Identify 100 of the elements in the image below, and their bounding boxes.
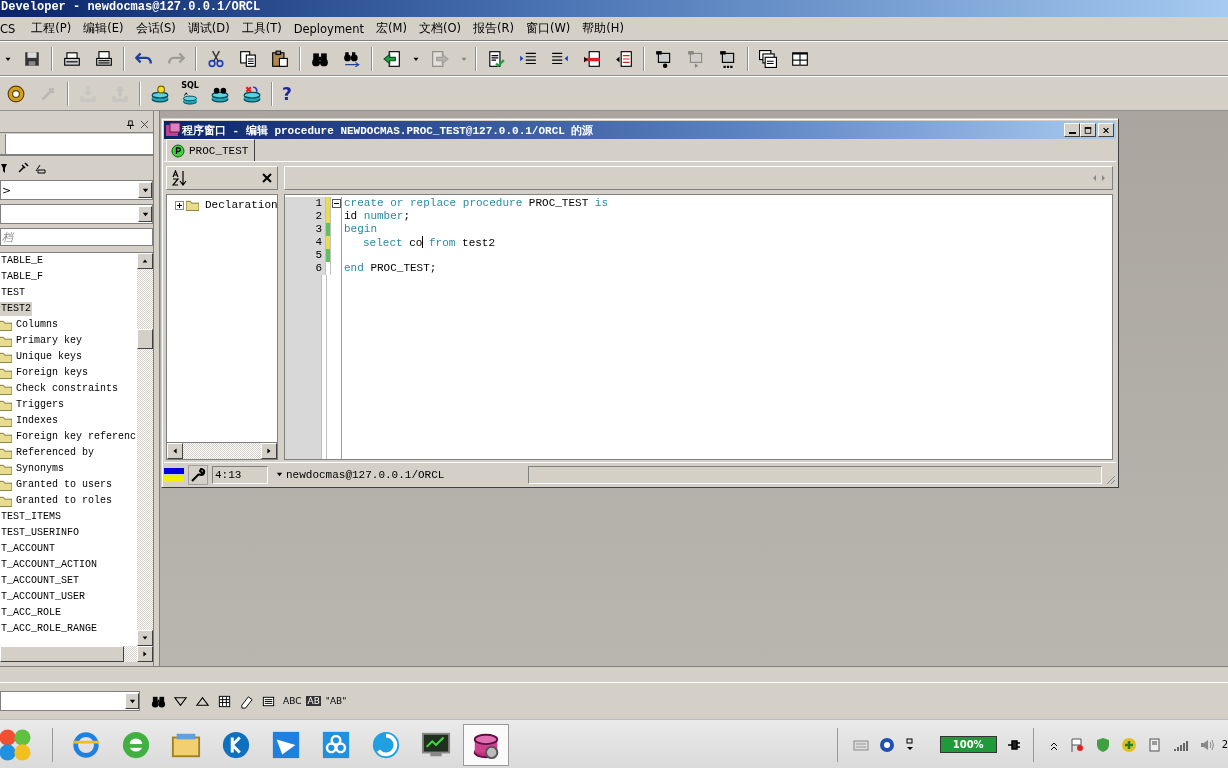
floppy-icon[interactable] <box>23 49 41 68</box>
menu-item[interactable]: 编辑(E) <box>77 21 130 36</box>
tree-item[interactable]: Foreign keys <box>15 366 89 380</box>
document-check-icon[interactable] <box>487 49 505 68</box>
scrollbar[interactable] <box>0 646 153 662</box>
database-icon[interactable] <box>243 84 261 103</box>
scroll-thumb[interactable] <box>137 329 153 349</box>
search-field[interactable] <box>0 691 140 711</box>
menu-item[interactable]: 帮助(H) <box>576 21 630 36</box>
minimize-button[interactable] <box>1064 123 1080 137</box>
folder-icon <box>0 367 12 379</box>
taskbar-button[interactable] <box>463 723 509 766</box>
resize-grip-icon[interactable] <box>1104 473 1116 485</box>
wrench-icon[interactable] <box>188 464 208 485</box>
triangle-left-icon[interactable] <box>171 447 179 455</box>
scrollbar[interactable] <box>166 443 278 460</box>
tree-item[interactable]: TABLE_E <box>0 254 44 268</box>
collapse-icon[interactable] <box>331 199 341 208</box>
filter-field[interactable]: 档 <box>0 228 153 246</box>
tree-item[interactable]: TEST_USERINFO <box>0 526 80 540</box>
tree-item[interactable]: Granted to users <box>15 478 113 492</box>
tree-item[interactable]: Indexes <box>15 414 59 428</box>
copy-icon[interactable] <box>239 49 257 68</box>
pin-icon[interactable] <box>126 119 135 129</box>
document-arrow-icon[interactable] <box>383 49 401 68</box>
menu-item[interactable]: 工具(T) <box>235 21 288 36</box>
tree-item[interactable]: T_ACC_ROLE_RANGE <box>0 622 98 636</box>
swirl-icon <box>371 729 401 760</box>
printer-icon[interactable] <box>95 49 113 68</box>
document-icon[interactable] <box>583 49 601 68</box>
scissors-icon[interactable] <box>207 49 225 68</box>
tree-item[interactable]: Synonyms <box>15 462 65 476</box>
database-icon[interactable] <box>151 84 169 103</box>
menu-item[interactable]: 工程(P) <box>25 21 78 36</box>
minimize-icon <box>1068 132 1076 134</box>
tree-item[interactable]: T_ACCOUNT_SET <box>0 574 80 588</box>
binoculars-arrow-icon[interactable] <box>343 49 361 68</box>
triangle-right-icon[interactable] <box>141 650 149 658</box>
outline-item[interactable]: Declaration <box>205 199 278 211</box>
tree-item[interactable]: Primary key <box>15 334 83 348</box>
menu-item[interactable]: CS <box>0 21 26 36</box>
tree-item[interactable]: Check constraints <box>15 382 120 396</box>
close-button[interactable] <box>1098 123 1114 137</box>
tree-item[interactable]: TEST2 <box>0 302 32 316</box>
document-icon[interactable] <box>615 49 633 68</box>
menu-item[interactable]: Deployment <box>287 21 370 36</box>
menu-item[interactable]: 调试(D) <box>181 21 236 36</box>
help-button[interactable]: ? <box>276 83 298 104</box>
expand-icon[interactable] <box>175 200 184 210</box>
cloud-icon <box>321 729 351 760</box>
tree-item[interactable]: Granted to roles <box>15 494 113 508</box>
grid-icon[interactable] <box>791 49 809 68</box>
eraser-icon[interactable] <box>239 693 254 709</box>
tree-item[interactable]: Triggers <box>15 398 65 412</box>
camera-icon[interactable] <box>719 49 737 68</box>
camera-icon[interactable] <box>655 49 673 68</box>
dropdown[interactable] <box>0 204 153 224</box>
menu-item[interactable]: 报告(R) <box>466 21 520 36</box>
gear-icon[interactable] <box>7 84 25 103</box>
shield-icon[interactable] <box>1094 736 1111 753</box>
triangle-up-icon[interactable] <box>141 257 149 265</box>
help-icon[interactable] <box>878 736 895 753</box>
triangle-down-icon[interactable] <box>141 634 149 642</box>
find-option-button[interactable]: AB <box>306 696 321 706</box>
tree-item[interactable]: Referenced by <box>15 446 95 460</box>
windows-icon[interactable] <box>759 49 777 68</box>
connection-label[interactable]: newdocmas@127.0.0.1/ORCL <box>286 468 526 481</box>
plus-icon[interactable] <box>1120 736 1137 753</box>
close-icon[interactable] <box>262 173 272 183</box>
caret-icon[interactable] <box>275 470 284 479</box>
tree-item[interactable]: T_ACCOUNT_USER <box>0 590 86 604</box>
tree-item[interactable]: TEST_ITEMS <box>0 510 62 524</box>
maximize-button[interactable] <box>1080 123 1096 137</box>
triangle-right-icon[interactable] <box>265 447 273 455</box>
browser-icon <box>121 729 151 760</box>
tree-item[interactable]: T_ACC_ROLE <box>0 606 62 620</box>
menu-item[interactable]: 会话(S) <box>129 21 182 36</box>
dropdown[interactable]: > <box>0 180 153 200</box>
flag-icon[interactable] <box>1068 736 1085 753</box>
grid-icon[interactable] <box>217 693 232 709</box>
sort-icon[interactable] <box>172 170 188 186</box>
menu-item[interactable]: 窗口(W) <box>519 21 577 36</box>
tree-item[interactable]: Unique keys <box>15 350 83 364</box>
find-option-button[interactable]: "AB" <box>323 696 349 706</box>
tree-item[interactable]: TABLE_F <box>0 270 44 284</box>
scrollbar[interactable] <box>137 253 153 646</box>
start-icon[interactable] <box>0 727 32 762</box>
printer-icon[interactable] <box>63 49 81 68</box>
editor-tab[interactable]: PROC_TEST <box>166 139 256 161</box>
tree-item[interactable]: T_ACCOUNT <box>0 542 56 556</box>
find-option-button[interactable]: ABC <box>281 696 304 706</box>
tree-item[interactable]: TEST <box>0 286 26 300</box>
menu-item[interactable]: 宏(M) <box>370 21 413 36</box>
tree-item[interactable]: Columns <box>15 318 59 332</box>
restore-icon[interactable] <box>904 736 915 753</box>
tree-item[interactable]: T_ACCOUNT_ACTION <box>0 558 98 572</box>
menu-item[interactable]: 文档(O) <box>412 21 467 36</box>
clipboard-icon[interactable] <box>271 49 289 68</box>
tree-item[interactable]: Foreign key referenc <box>15 430 137 444</box>
battery-indicator[interactable]: 100% <box>939 736 997 753</box>
